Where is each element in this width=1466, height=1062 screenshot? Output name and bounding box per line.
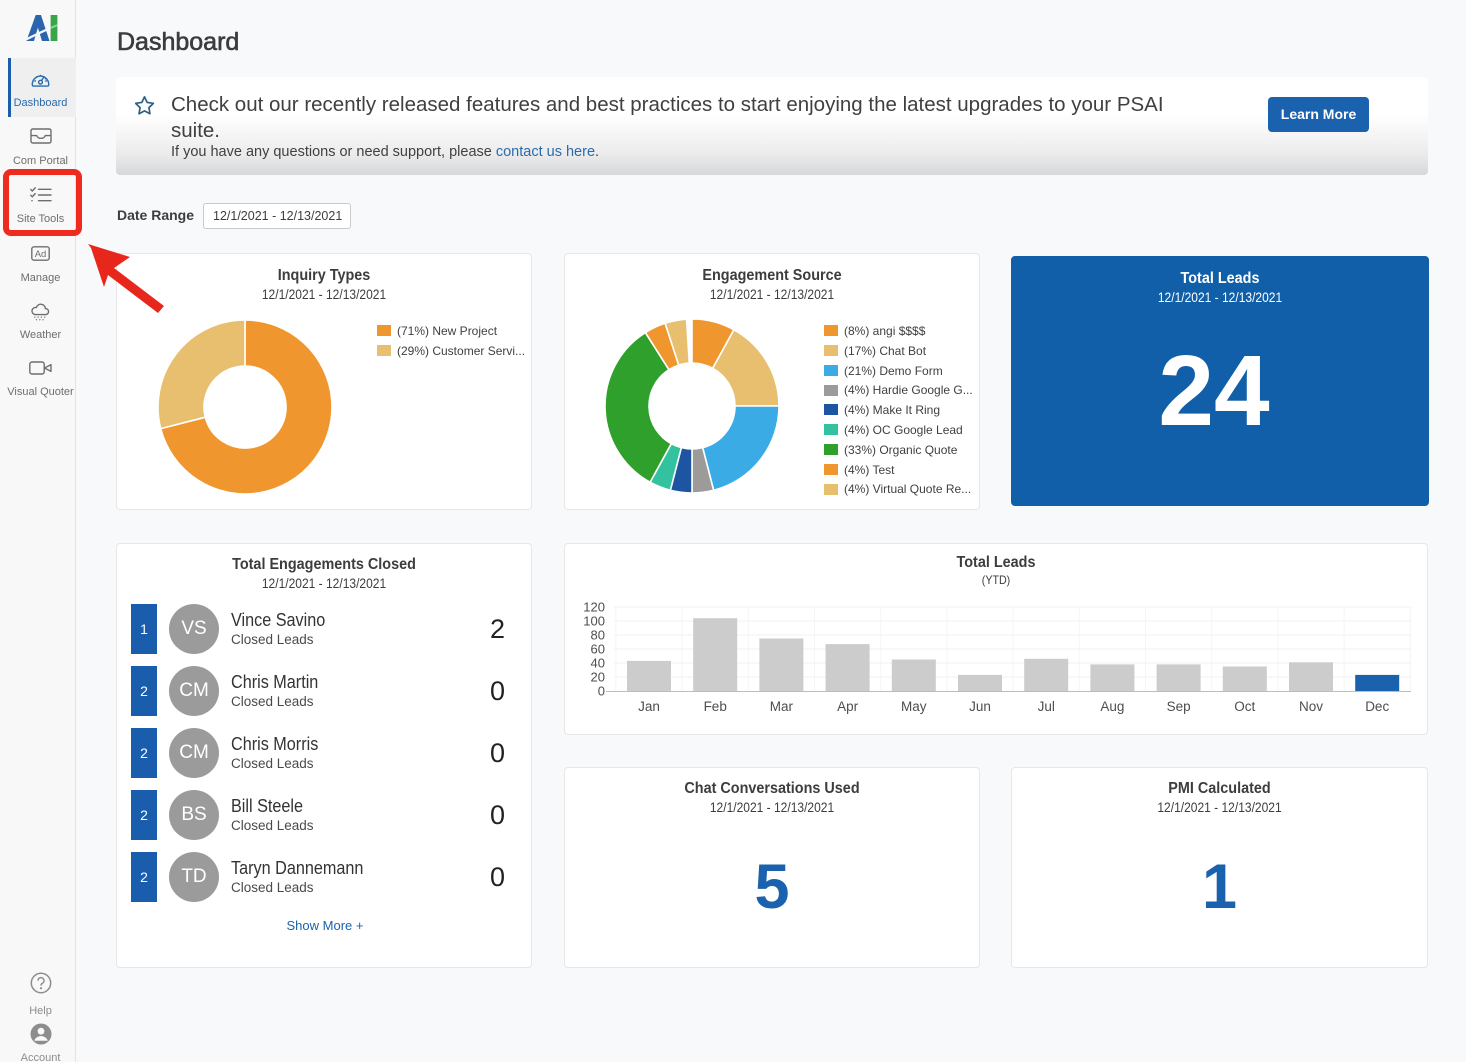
svg-text:Jun: Jun [969,699,991,714]
svg-text:Dec: Dec [1365,699,1389,714]
svg-text:Oct: Oct [1234,699,1255,714]
svg-text:60: 60 [591,642,605,657]
svg-text:Sep: Sep [1167,699,1191,714]
svg-text:Mar: Mar [770,699,794,714]
svg-text:0: 0 [598,684,605,699]
svg-text:80: 80 [591,628,605,643]
svg-text:Apr: Apr [837,699,859,714]
svg-text:40: 40 [591,656,605,671]
svg-text:Ad: Ad [35,249,47,260]
svg-text:May: May [901,699,927,714]
svg-text:Jul: Jul [1038,699,1055,714]
svg-text:20: 20 [591,670,605,685]
svg-text:120: 120 [583,600,605,615]
svg-text:100: 100 [583,614,605,629]
svg-text:Feb: Feb [704,699,727,714]
svg-text:Nov: Nov [1299,699,1323,714]
svg-text:Jan: Jan [638,699,660,714]
svg-text:Aug: Aug [1100,699,1124,714]
